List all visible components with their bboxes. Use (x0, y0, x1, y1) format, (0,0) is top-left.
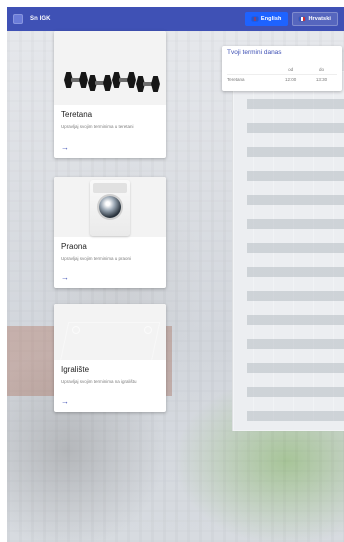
washing-machine-icon (90, 180, 130, 236)
facility-title: Igralište (61, 365, 90, 374)
facility-content-igraliste: Igralište Upravljaj svojim terminima na … (54, 360, 166, 412)
dumbbell-icon (64, 69, 88, 91)
top-app-bar: Sn IGK English Hrvatski (7, 7, 344, 31)
today-schedule-header-row: od do (227, 65, 337, 75)
dumbbell-icon (136, 73, 160, 95)
today-schedule-to: 13:30 (306, 73, 337, 84)
dumbbell-weight-right (103, 75, 112, 91)
language-english-label: English (260, 16, 282, 22)
language-hrvatski-label: Hrvatski (308, 16, 331, 22)
arrow-right-icon[interactable]: → (61, 274, 69, 282)
today-schedule-row: Teretana 12:00 13:30 (227, 73, 337, 84)
today-schedule-table: od do Teretana 12:00 13:30 (227, 65, 337, 84)
basketball-hoop-icon (72, 326, 80, 334)
today-schedule-col-facility (227, 65, 275, 75)
facility-description: Upravljaj svojim terminima u praoni (61, 255, 132, 261)
facility-image-igraliste (54, 304, 166, 360)
facility-image-praona (54, 177, 166, 237)
dumbbell-weight-right (151, 76, 160, 92)
croatia-flag-icon (299, 17, 306, 21)
language-english-button[interactable]: English (244, 12, 289, 26)
facility-title: Teretana (61, 110, 93, 119)
menu-icon[interactable] (13, 14, 23, 24)
background-building-windows (247, 89, 344, 421)
facility-title: Praona (61, 242, 87, 251)
washing-machine-door (99, 196, 121, 218)
today-schedule-card: Tvoji termini danas od do Teretana 12:00… (222, 46, 342, 91)
facility-content-teretana: Teretana Upravljaj svojim terminima u te… (54, 105, 166, 158)
language-switcher: English Hrvatski (244, 12, 338, 26)
today-schedule-col-to: do (319, 66, 325, 72)
facility-content-praona: Praona Upravljaj svojim terminima u prao… (54, 237, 166, 288)
dumbbell-icon (112, 69, 136, 91)
facility-image-teretana (54, 31, 166, 105)
basketball-hoop-icon (144, 326, 152, 334)
uk-flag-icon (251, 17, 258, 21)
arrow-right-icon[interactable]: → (61, 144, 69, 152)
facility-card-igraliste[interactable]: Igralište Upravljaj svojim terminima na … (54, 304, 166, 412)
dumbbell-weight-right (127, 72, 136, 88)
today-schedule-col-from: od (288, 66, 294, 72)
background-building (232, 71, 344, 431)
facility-description: Upravljaj svojim terminima u teretani (61, 123, 134, 129)
dumbbell-weight-right (79, 72, 88, 88)
facility-card-praona[interactable]: Praona Upravljaj svojim terminima u prao… (54, 177, 166, 288)
facility-card-teretana[interactable]: Teretana Upravljaj svojim terminima u te… (54, 31, 166, 158)
washing-machine-panel (93, 183, 127, 193)
arrow-right-icon[interactable]: → (61, 398, 69, 406)
today-schedule-from: 12:00 (275, 73, 307, 84)
today-schedule-title: Tvoji termini danas (227, 49, 282, 56)
facility-description: Upravljaj svojim terminima na igralištu (61, 378, 137, 384)
app-title: Sn IGK (30, 16, 51, 22)
dumbbell-icon (88, 72, 112, 94)
language-hrvatski-button[interactable]: Hrvatski (292, 12, 338, 26)
today-schedule-facility: Teretana (227, 73, 276, 84)
